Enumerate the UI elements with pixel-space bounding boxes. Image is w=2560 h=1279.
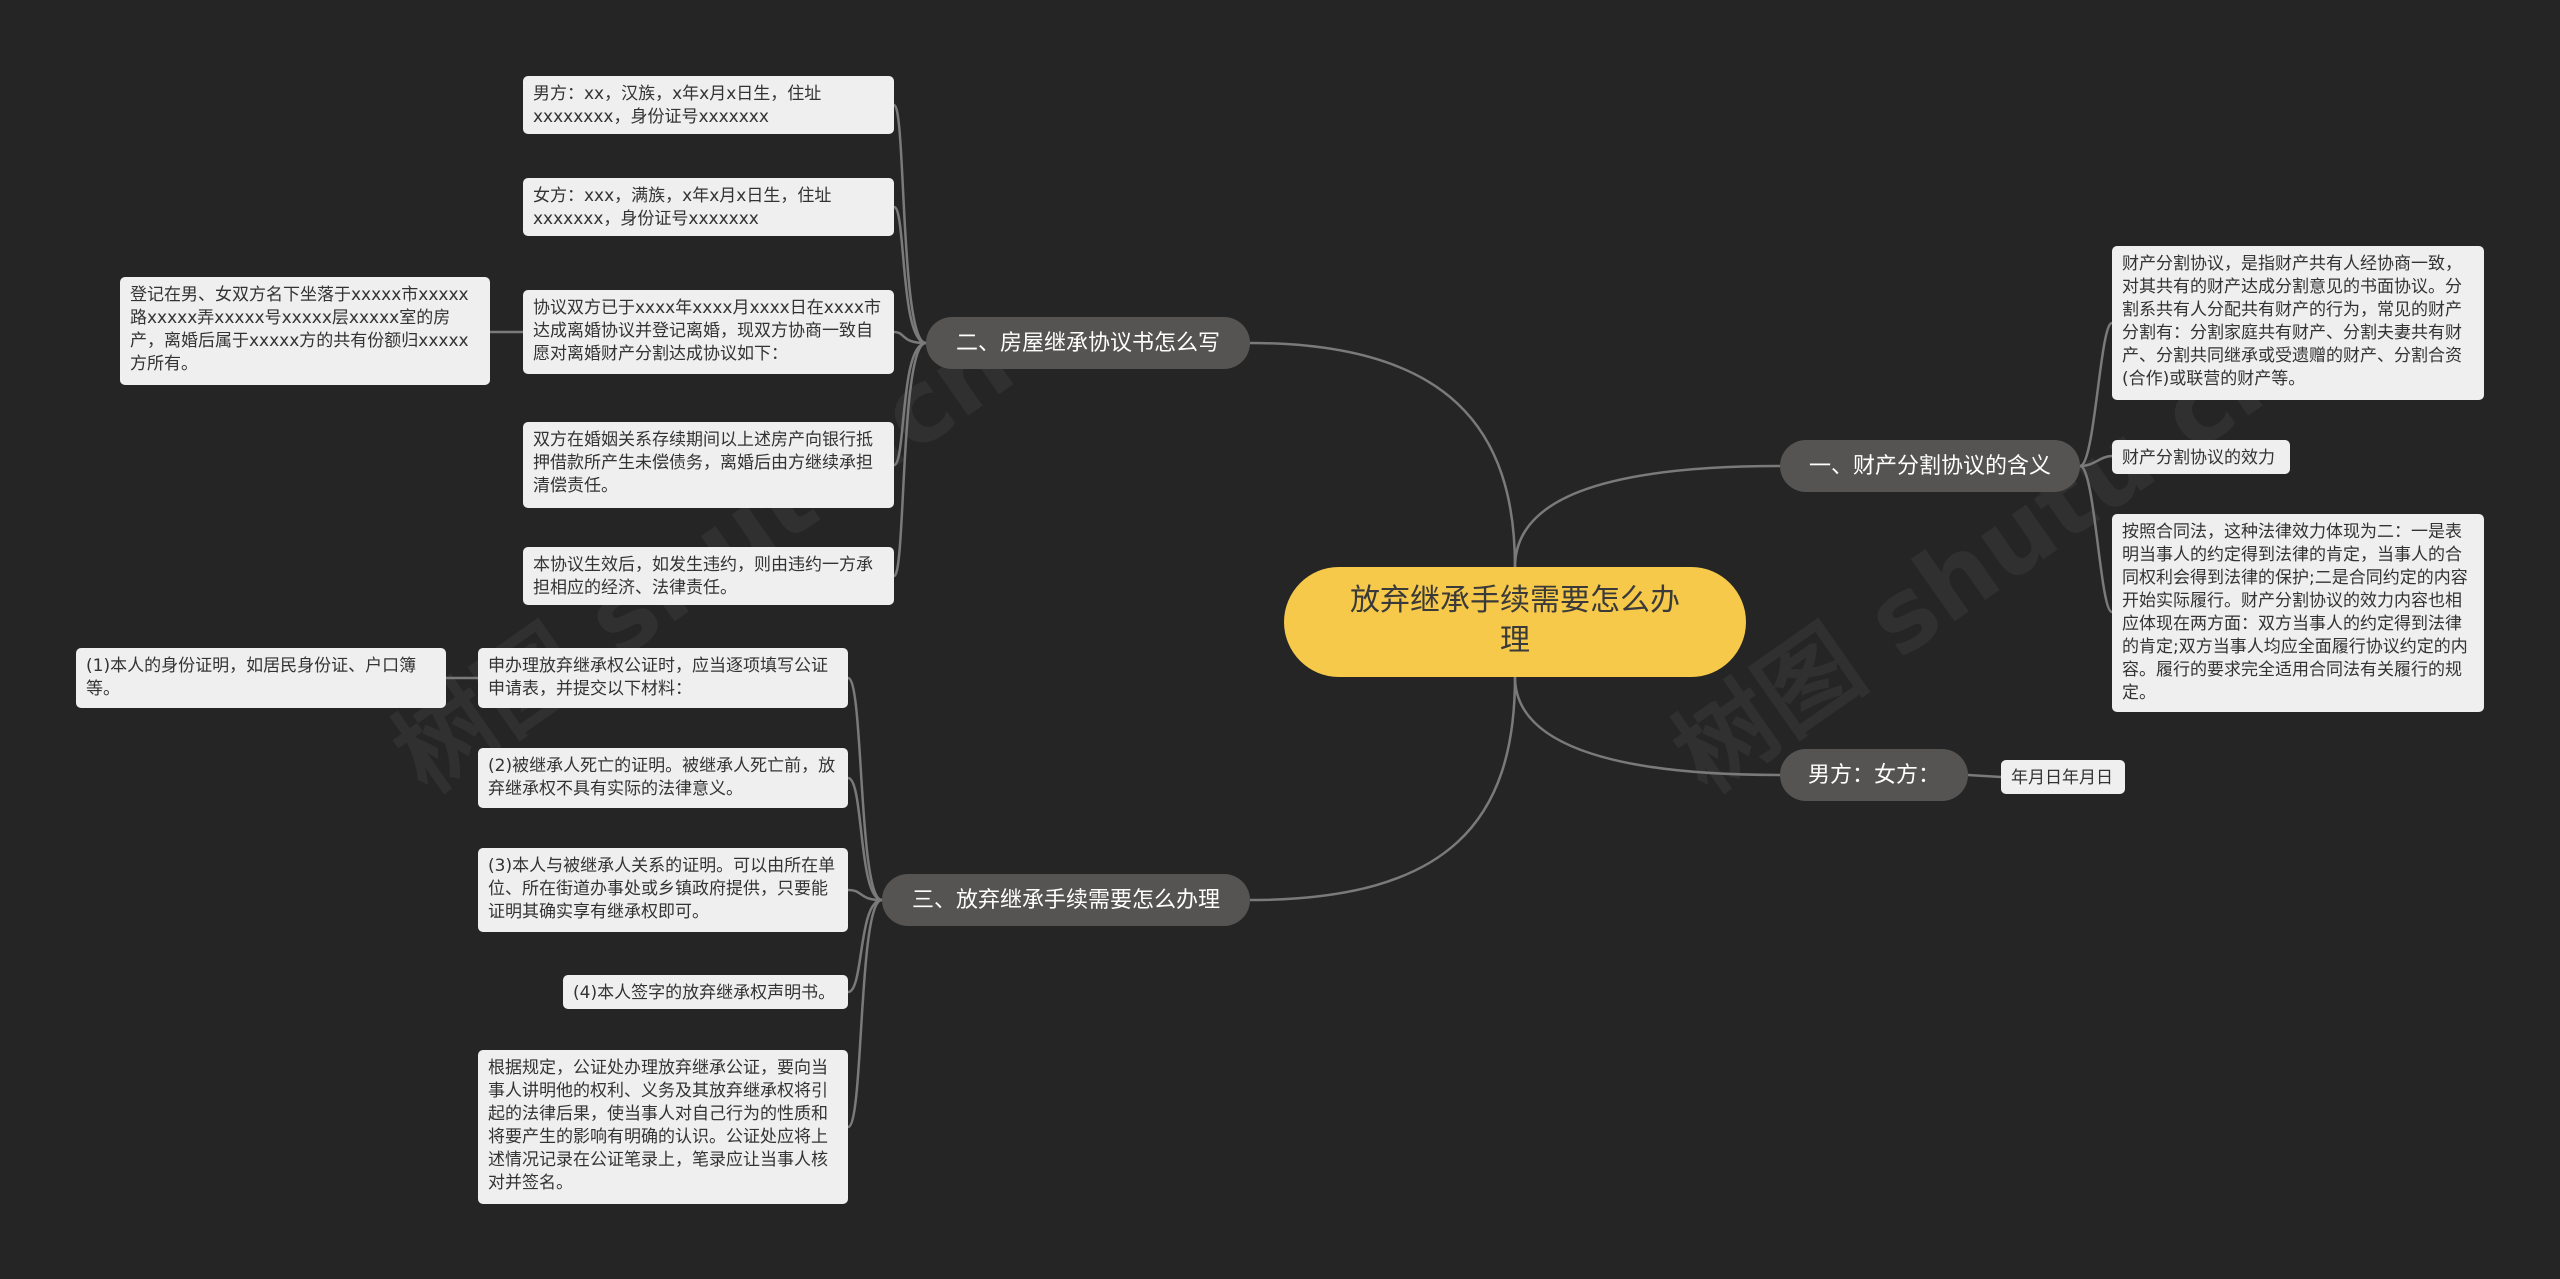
leaf-renunciation-statement[interactable]: (4)本人签字的放弃继承权声明书。 bbox=[563, 975, 848, 1009]
link-root-b3 bbox=[1249, 341, 1517, 568]
leaf-male-info[interactable]: 男方：xx，汉族，x年x月x日生，住址xxxxxxxx，身份证号xxxxxxx bbox=[523, 76, 894, 134]
leaf-property-ownership[interactable]: 登记在男、女双方名下坐落于xxxxx市xxxxx路xxxxx弄xxxxx号xxx… bbox=[120, 277, 490, 385]
leaf-text: 协议双方已于xxxx年xxxx月xxxx日在xxxx市达成离婚协议并登记离婚，现… bbox=[533, 298, 881, 364]
leaf-death-proof[interactable]: (2)被继承人死亡的证明。被继承人死亡前，放弃继承权不具有实际的法律意义。 bbox=[478, 748, 848, 808]
leaf-date[interactable]: 年月日年月日 bbox=[2001, 760, 2125, 794]
leaf-female-info[interactable]: 女方：xxx，满族，x年x月x日生，住址xxxxxxx，身份证号xxxxxxx bbox=[523, 178, 894, 236]
leaf-text: (3)本人与被继承人关系的证明。可以由所在单位、所在街道办事处或乡镇政府提供，只… bbox=[488, 856, 836, 922]
leaf-divorce-agreement[interactable]: 协议双方已于xxxx年xxxx月xxxx日在xxxx市达成离婚协议并登记离婚，现… bbox=[523, 290, 894, 374]
branch-house-inheritance-agreement[interactable]: 二、房屋继承协议书怎么写 bbox=[926, 317, 1250, 369]
leaf-text: 双方在婚姻关系存续期间以上述房产向银行抵押借款所产生未偿债务，离婚后由方继续承担… bbox=[533, 430, 873, 496]
leaf-text: 按照合同法，这种法律效力体现为二：一是表明当事人的约定得到法律的肯定，当事人的合… bbox=[2122, 522, 2468, 703]
branch-label: 一、财产分割协议的含义 bbox=[1808, 454, 2051, 479]
leaf-text: 登记在男、女双方名下坐落于xxxxx市xxxxx路xxxxx弄xxxxx号xxx… bbox=[130, 285, 469, 374]
link-root-b1 bbox=[1513, 464, 1781, 568]
leaf-text: (1)本人的身份证明，如居民身份证、户口簿等。 bbox=[86, 656, 417, 699]
leaf-text: 财产分割协议的效力 bbox=[2122, 448, 2275, 468]
branch-male-female[interactable]: 男方：女方： bbox=[1780, 749, 1968, 801]
branch-label: 二、房屋继承协议书怎么写 bbox=[955, 331, 1220, 356]
leaf-notary-procedure[interactable]: 根据规定，公证处办理放弃继承公证，要向当事人讲明他的权利、义务及其放弃继承权将引… bbox=[478, 1050, 848, 1204]
root-label: 放弃继承手续需要怎么办理 bbox=[1350, 583, 1680, 658]
leaf-breach-liability[interactable]: 本协议生效后，如发生违约，则由违约一方承担相应的经济、法律责任。 bbox=[523, 547, 894, 605]
branch-label: 三、放弃继承手续需要怎么办理 bbox=[911, 888, 1220, 913]
link-b1-r3 bbox=[2079, 464, 2114, 614]
link-root-b4 bbox=[1249, 676, 1517, 902]
branch-label: 男方：女方： bbox=[1807, 763, 1940, 788]
leaf-text: 男方：xx，汉族，x年x月x日生，住址xxxxxxxx，身份证号xxxxxxx bbox=[533, 84, 822, 127]
leaf-text: 申办理放弃继承权公证时，应当逐项填写公证申请表，并提交以下材料： bbox=[488, 656, 828, 699]
root-node[interactable]: 放弃继承手续需要怎么办理 bbox=[1284, 567, 1746, 677]
link-b1-r1 bbox=[2079, 321, 2114, 468]
leaf-notary-application[interactable]: 申办理放弃继承权公证时，应当逐项填写公证申请表，并提交以下材料： bbox=[478, 648, 848, 708]
branch-property-agreement-meaning[interactable]: 一、财产分割协议的含义 bbox=[1780, 440, 2080, 492]
link-b2-r4 bbox=[1967, 773, 2002, 779]
leaf-relationship-proof[interactable]: (3)本人与被继承人关系的证明。可以由所在单位、所在街道办事处或乡镇政府提供，只… bbox=[478, 848, 848, 932]
leaf-text: 财产分割协议，是指财产共有人经协商一致，对其共有的财产达成分割意见的书面协议。分… bbox=[2122, 254, 2462, 389]
branch-renounce-inheritance-procedure[interactable]: 三、放弃继承手续需要怎么办理 bbox=[882, 874, 1250, 926]
leaf-mortgage-debt[interactable]: 双方在婚姻关系存续期间以上述房产向银行抵押借款所产生未偿债务，离婚后由方继续承担… bbox=[523, 422, 894, 508]
leaf-agreement-effect-title[interactable]: 财产分割协议的效力 bbox=[2112, 440, 2290, 474]
leaf-text: (2)被继承人死亡的证明。被继承人死亡前，放弃继承权不具有实际的法律意义。 bbox=[488, 756, 836, 799]
leaf-agreement-effect-detail[interactable]: 按照合同法，这种法律效力体现为二：一是表明当事人的约定得到法律的肯定，当事人的合… bbox=[2112, 514, 2484, 712]
leaf-agreement-definition[interactable]: 财产分割协议，是指财产共有人经协商一致，对其共有的财产达成分割意见的书面协议。分… bbox=[2112, 246, 2484, 400]
leaf-identity-proof[interactable]: (1)本人的身份证明，如居民身份证、户口簿等。 bbox=[76, 648, 446, 708]
leaf-text: 女方：xxx，满族，x年x月x日生，住址xxxxxxx，身份证号xxxxxxx bbox=[533, 186, 832, 229]
leaf-text: 本协议生效后，如发生违约，则由违约一方承担相应的经济、法律责任。 bbox=[533, 555, 873, 598]
link-b3-a2 bbox=[892, 205, 927, 345]
link-root-b2 bbox=[1513, 676, 1781, 777]
leaf-text: 年月日年月日 bbox=[2011, 768, 2113, 788]
leaf-text: 根据规定，公证处办理放弃继承公证，要向当事人讲明他的权利、义务及其放弃继承权将引… bbox=[488, 1058, 828, 1193]
leaf-text: (4)本人签字的放弃继承权声明书。 bbox=[573, 983, 836, 1003]
